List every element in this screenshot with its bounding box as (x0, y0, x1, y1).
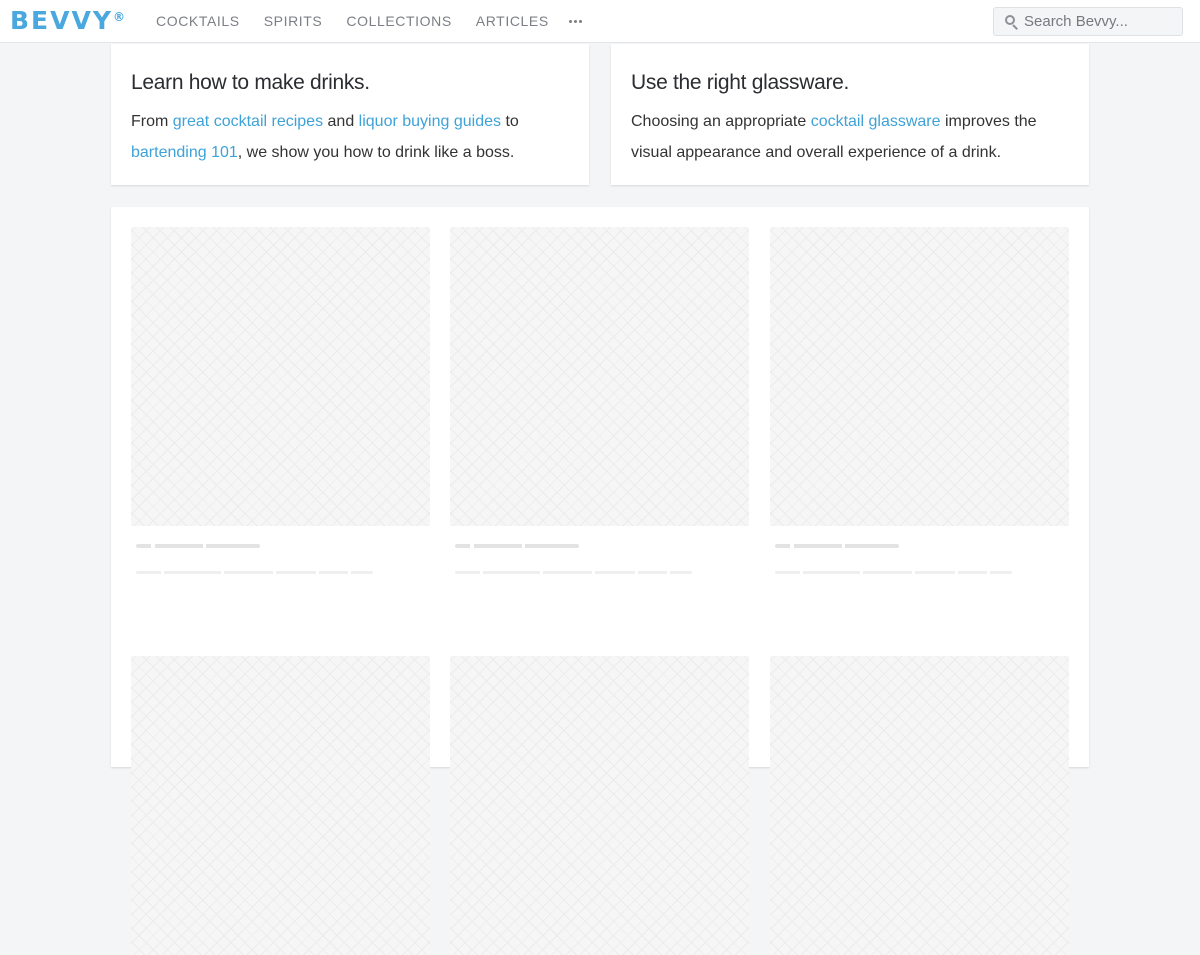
logo-text: BEVVY (10, 6, 113, 35)
cocktail-recipes-link[interactable]: great cocktail recipes (173, 113, 323, 130)
image-placeholder (450, 227, 749, 526)
placeholder-tile[interactable] (131, 656, 430, 955)
title-skeleton (775, 544, 899, 548)
image-placeholder (450, 656, 749, 955)
image-placeholder (770, 227, 1069, 526)
image-placeholder (770, 656, 1069, 955)
nav-collections[interactable]: COLLECTIONS (346, 0, 451, 43)
text-segment: Choosing an appropriate (631, 113, 811, 130)
bartending-101-link[interactable]: bartending 101 (131, 144, 238, 161)
placeholder-tile[interactable] (770, 227, 1069, 574)
text-skeleton (136, 571, 373, 574)
glassware-card: Use the right glassware. Choosing an app… (611, 44, 1089, 185)
ellipsis-icon[interactable] (568, 0, 584, 43)
text-segment: , we show you how to drink like a boss. (237, 144, 515, 161)
registered-mark: ® (112, 10, 125, 24)
text-skeleton (455, 571, 692, 574)
content-grid (111, 207, 1089, 955)
image-placeholder (131, 656, 430, 955)
card-text: From great cocktail recipes and liquor b… (131, 106, 569, 168)
top-navigation-bar: BEVVY® COCKTAILS SPIRITS COLLECTIONS ART… (0, 0, 1200, 43)
card-title: Use the right glassware. (631, 71, 850, 94)
card-text: Choosing an appropriate cocktail glasswa… (631, 106, 1069, 168)
search-box[interactable] (993, 7, 1183, 36)
text-segment: From (131, 113, 173, 130)
text-segment: to (501, 113, 519, 130)
nav-spirits[interactable]: SPIRITS (264, 0, 323, 43)
nav-cocktails[interactable]: COCKTAILS (156, 0, 240, 43)
cocktail-glassware-link[interactable]: cocktail glassware (811, 113, 941, 130)
image-placeholder (131, 227, 430, 526)
text-segment: and (323, 113, 359, 130)
learn-drinks-card: Learn how to make drinks. From great coc… (111, 44, 589, 185)
main-nav: COCKTAILS SPIRITS COLLECTIONS ARTICLES (156, 0, 584, 43)
placeholder-tile[interactable] (450, 656, 749, 955)
title-skeleton (455, 544, 579, 548)
card-title: Learn how to make drinks. (131, 71, 370, 94)
nav-articles[interactable]: ARTICLES (476, 0, 549, 43)
title-skeleton (136, 544, 260, 548)
search-icon[interactable] (994, 8, 1024, 35)
bevvy-logo[interactable]: BEVVY® (10, 6, 125, 40)
placeholder-tile[interactable] (450, 227, 749, 574)
liquor-guides-link[interactable]: liquor buying guides (359, 113, 501, 130)
placeholder-tile[interactable] (131, 227, 430, 574)
placeholder-tile[interactable] (770, 656, 1069, 955)
search-input[interactable] (1024, 13, 1174, 30)
text-skeleton (775, 571, 1012, 574)
